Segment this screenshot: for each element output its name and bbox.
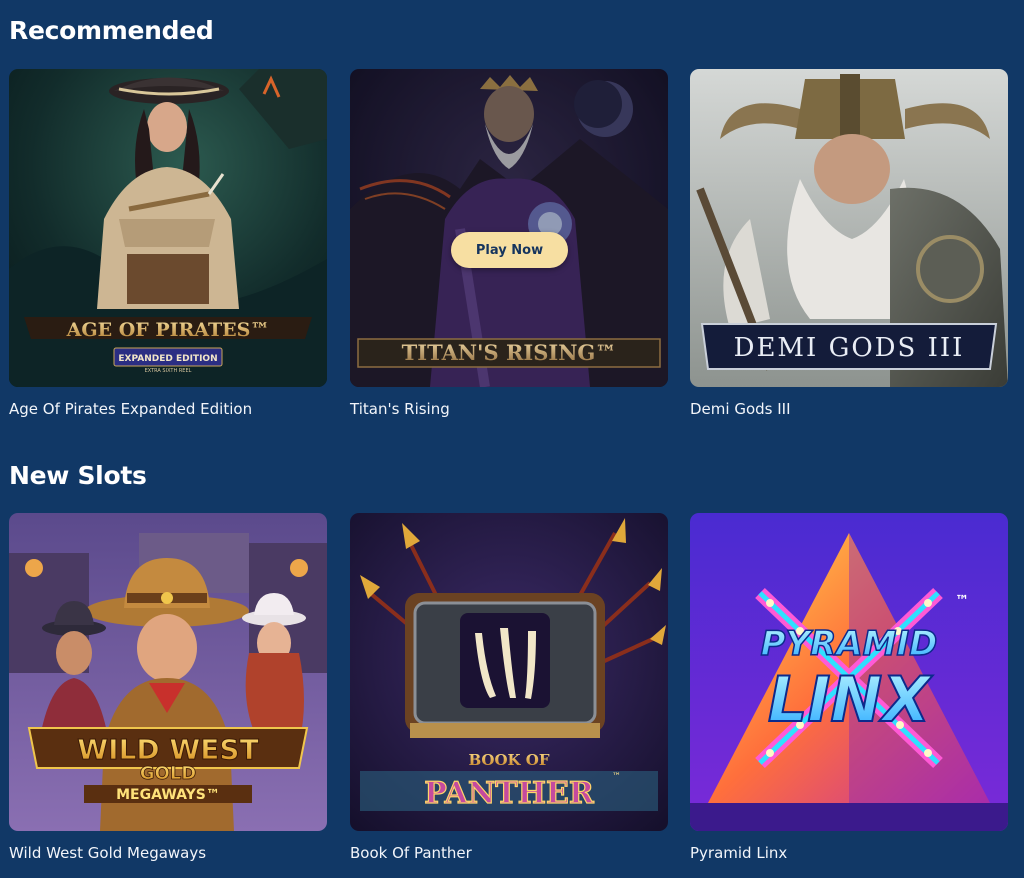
wild-west-logo-text: WILD WEST <box>77 733 258 766</box>
game-card-titans-rising[interactable]: TITAN'S RISING™ Play Now Titan's Rising <box>350 69 668 418</box>
game-title[interactable]: Titan's Rising <box>350 400 450 418</box>
pyramid-linx-artwork: PYRAMID LINX ™ <box>690 513 1008 831</box>
extra-sixth-reel-text: EXTRA SIXTH REEL <box>145 368 192 374</box>
titans-rising-logo-text: TITAN'S RISING™ <box>402 340 617 365</box>
game-card-wild-west-gold-megaways[interactable]: WILD WEST GOLD MEGAWAYS™ Wild West Gold … <box>9 513 327 862</box>
section-title-new-slots: New Slots <box>9 461 147 490</box>
game-thumbnail[interactable]: WILD WEST GOLD MEGAWAYS™ <box>9 513 327 831</box>
section-title-recommended: Recommended <box>9 16 214 45</box>
game-card-book-of-panther[interactable]: BOOK OF PANTHER ™ Book Of Panther <box>350 513 668 862</box>
age-of-pirates-artwork: AGE OF PIRATES™ EXPANDED EDITION EXTRA S… <box>9 69 327 387</box>
game-thumbnail[interactable]: AGE OF PIRATES™ EXPANDED EDITION EXTRA S… <box>9 69 327 387</box>
game-thumbnail[interactable]: DEMI GODS III <box>690 69 1008 387</box>
game-title[interactable]: Demi Gods III <box>690 400 791 418</box>
game-thumbnail[interactable]: TITAN'S RISING™ Play Now <box>350 69 668 387</box>
linx-logo-text: LINX <box>768 663 933 736</box>
gold-logo-text: GOLD <box>140 763 197 784</box>
game-thumbnail[interactable]: PYRAMID LINX ™ <box>690 513 1008 831</box>
book-of-logo-text: BOOK OF <box>468 751 549 769</box>
demi-gods-iii-artwork: DEMI GODS III <box>690 69 1008 387</box>
demi-gods-logo-text: DEMI GODS III <box>734 333 965 363</box>
game-thumbnail[interactable]: BOOK OF PANTHER ™ <box>350 513 668 831</box>
pyramid-logo-text: PYRAMID <box>761 624 938 664</box>
expanded-edition-badge: EXPANDED EDITION <box>118 354 217 364</box>
game-title[interactable]: Age Of Pirates Expanded Edition <box>9 400 252 418</box>
panther-logo-text: PANTHER <box>424 776 595 811</box>
game-title[interactable]: Pyramid Linx <box>690 844 787 862</box>
wild-west-gold-artwork: WILD WEST GOLD MEGAWAYS™ <box>9 513 327 831</box>
trademark-symbol: ™ <box>612 772 621 782</box>
titans-rising-artwork: TITAN'S RISING™ <box>350 69 668 387</box>
megaways-logo-text: MEGAWAYS™ <box>116 787 220 803</box>
game-card-pyramid-linx[interactable]: PYRAMID LINX ™ Pyramid Linx <box>690 513 1008 862</box>
book-of-panther-artwork: BOOK OF PANTHER ™ <box>350 513 668 831</box>
game-title[interactable]: Book Of Panther <box>350 844 472 862</box>
age-of-pirates-logo-text: AGE OF PIRATES™ <box>66 319 270 341</box>
trademark-symbol: ™ <box>955 593 969 609</box>
play-now-button[interactable]: Play Now <box>451 232 568 268</box>
game-title[interactable]: Wild West Gold Megaways <box>9 844 206 862</box>
game-card-demi-gods-iii[interactable]: DEMI GODS III Demi Gods III <box>690 69 1008 418</box>
game-card-age-of-pirates[interactable]: AGE OF PIRATES™ EXPANDED EDITION EXTRA S… <box>9 69 327 418</box>
